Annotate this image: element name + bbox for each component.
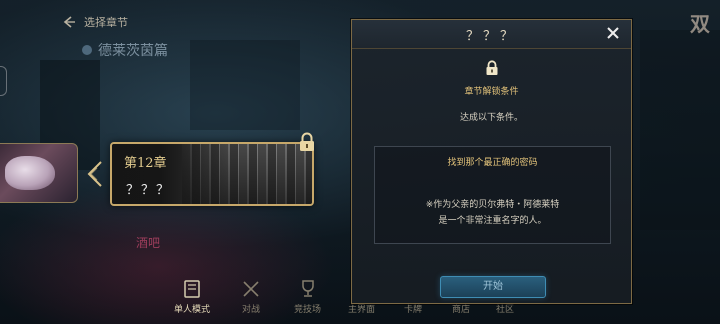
chapter-name: ？？？ xyxy=(126,183,172,198)
unlock-condition-title: 章节解锁条件 xyxy=(464,87,519,97)
previous-chapter-card[interactable] xyxy=(0,143,78,203)
lock-icon xyxy=(300,132,314,151)
requirement-title: 找到那个最正确的密码 xyxy=(447,158,538,168)
chapter-number: 第12章 xyxy=(124,156,167,171)
lock-icon xyxy=(486,60,498,75)
neon-sign: 酒吧 xyxy=(136,236,161,250)
dialog-header: ？？？ xyxy=(352,20,631,49)
nav-label: 单人模式 xyxy=(174,305,211,315)
book-icon xyxy=(184,280,200,298)
crossed-swords-icon xyxy=(243,281,259,297)
back-label: 选择章节 xyxy=(84,16,128,29)
trophy-icon xyxy=(301,280,314,297)
unlock-condition-dialog: ？？？ 章节解锁条件 达成以下条件。 找到那个最正确的密码 ※作为父亲的贝尔弗特… xyxy=(351,19,632,304)
nav-label: 对战 xyxy=(241,305,260,315)
start-button[interactable]: 开始 xyxy=(440,276,546,298)
close-icon[interactable] xyxy=(605,25,621,41)
left-edge-tab[interactable] xyxy=(0,66,7,96)
requirement-hint-line2: 是一个非常注重名字的人。 xyxy=(438,216,547,226)
region-title: 德莱茨茵篇 xyxy=(82,40,168,60)
bg-building-right xyxy=(640,30,720,230)
chevron-left-icon[interactable] xyxy=(84,160,106,188)
chapter-12-card[interactable]: 第12章 ？？？ xyxy=(110,142,314,206)
region-name: 德莱茨茵篇 xyxy=(98,43,168,59)
back-button[interactable]: 选择章节 xyxy=(62,14,128,30)
requirement-hint-line1: ※作为父亲的贝尔弗特・阿德莱特 xyxy=(425,200,560,210)
dialog-title: ？？？ xyxy=(465,29,517,44)
nav-battle[interactable]: 对战 xyxy=(240,278,262,315)
back-arrow-icon xyxy=(63,16,75,28)
bg-building-mid xyxy=(190,40,300,130)
requirement-box: 找到那个最正确的密码 ※作为父亲的贝尔弗特・阿德莱特 是一个非常注重名字的人。 xyxy=(374,146,611,244)
nav-single-player[interactable]: 单人模式 xyxy=(174,278,210,315)
unlock-condition-subtitle: 达成以下条件。 xyxy=(459,113,523,123)
nav-label: 竞技场 xyxy=(294,305,322,315)
corner-sign-text: 双 xyxy=(690,12,710,36)
previous-chapter-art xyxy=(5,156,55,190)
region-emblem-icon xyxy=(82,45,92,55)
nav-arena[interactable]: 竞技场 xyxy=(294,278,321,315)
